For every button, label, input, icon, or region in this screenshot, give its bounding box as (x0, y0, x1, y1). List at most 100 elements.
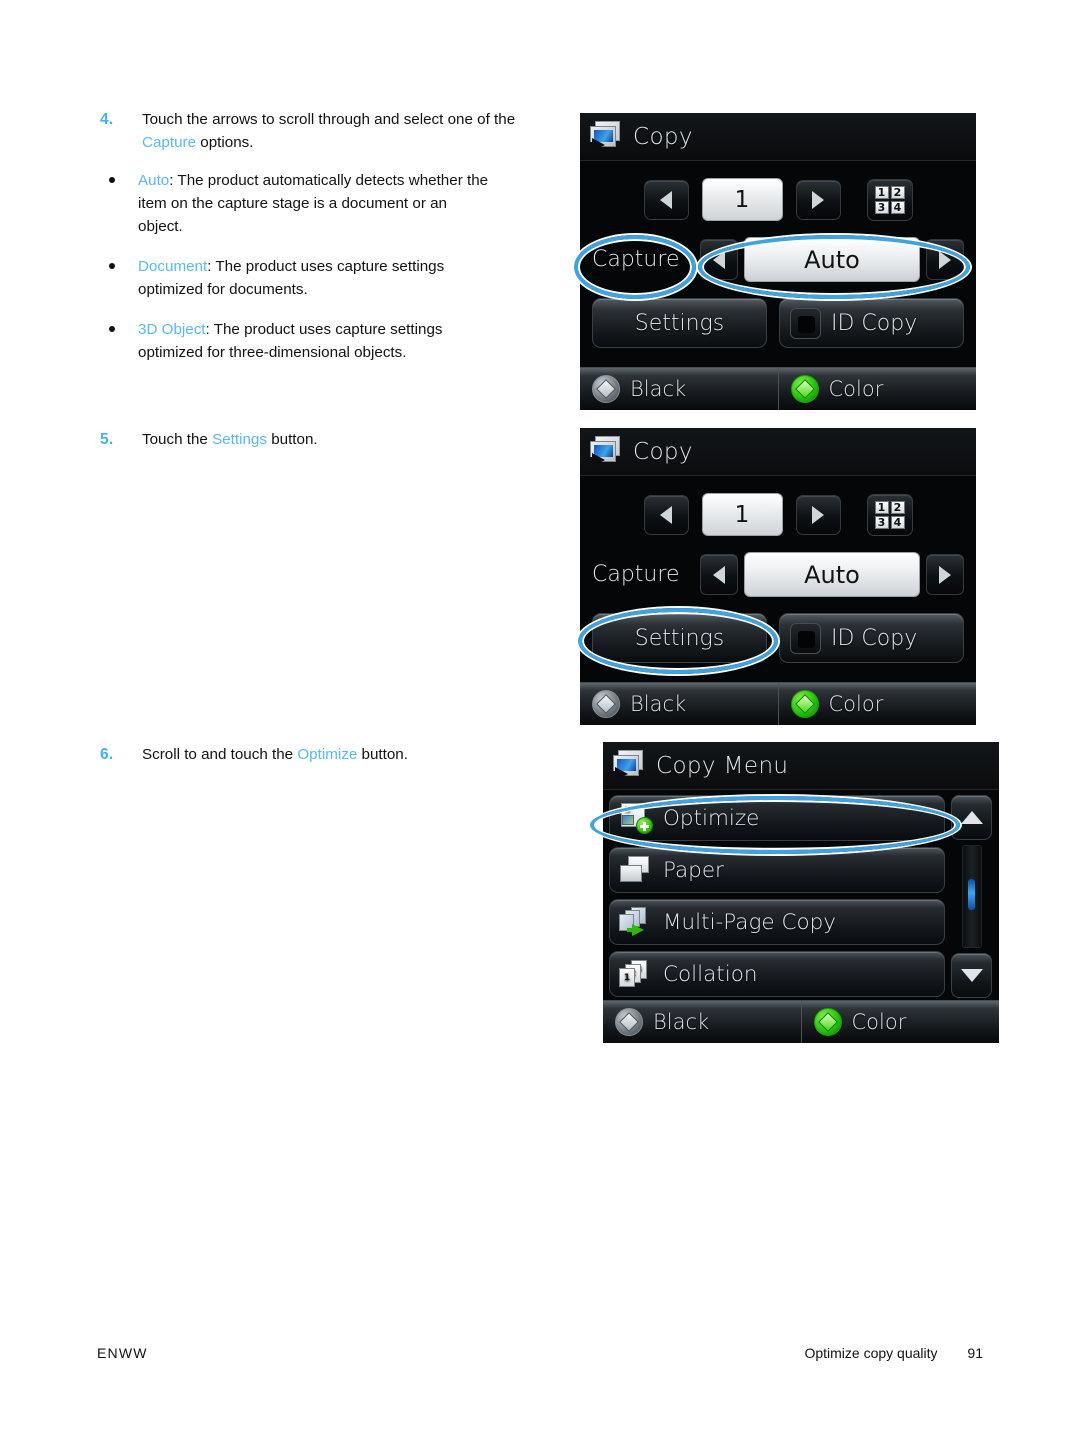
copies-value[interactable]: 1 (701, 493, 783, 536)
chevron-right-icon (812, 505, 824, 524)
color-start-button[interactable]: Color (777, 683, 977, 725)
step-4: 4. Touch the arrows to scroll through an… (100, 108, 520, 154)
start-color-icon (790, 690, 819, 718)
step-6: 6. Scroll to and touch the Optimize butt… (100, 743, 540, 766)
step-4-text: Touch the arrows to scroll through and s… (142, 108, 520, 154)
panel-1-title: Copy (633, 123, 693, 150)
paper-icon (619, 855, 652, 885)
copies-decrement-button[interactable] (643, 179, 689, 220)
copy-menu-panel-3: Copy Menu Optimize Paper Multi-P (603, 742, 999, 1043)
color-start-button[interactable]: Color (777, 368, 977, 410)
grid-cell: 4 (890, 200, 905, 214)
copy-screen-panel-2: Copy 1 1 2 3 4 Capture Auto Settings ID … (580, 428, 976, 725)
grid-cell: 4 (890, 515, 905, 529)
copies-value[interactable]: 1 (701, 178, 783, 221)
menu-item-optimize[interactable]: Optimize (609, 795, 945, 841)
chevron-left-icon (660, 190, 672, 209)
bullet-text: Auto: The product automatically detects … (138, 169, 490, 238)
id-copy-label: ID Copy (831, 625, 918, 651)
chevron-left-icon (713, 565, 725, 584)
step-5: 5. Touch the Settings button. (100, 428, 520, 451)
black-start-button[interactable]: Black (580, 683, 778, 725)
settings-button[interactable]: Settings (592, 613, 767, 663)
step-5-text-after: button. (266, 431, 318, 448)
menu-item-collation[interactable]: 3 2 1 Collation (609, 951, 945, 997)
start-icon (592, 375, 620, 403)
bullet-ui-term: Auto (138, 172, 170, 189)
capture-row: Capture Auto (580, 221, 976, 282)
grid-cell: 2 (890, 185, 905, 199)
black-start-button[interactable]: Black (580, 368, 778, 410)
bullet-point-icon (100, 169, 138, 192)
menu-item-multi-page-copy[interactable]: Multi-Page Copy (609, 899, 945, 945)
copies-row: 1 1 2 3 4 (580, 161, 976, 221)
color-label: Color (851, 1010, 907, 1034)
copies-increment-button[interactable] (795, 179, 841, 220)
optimize-icon (619, 802, 653, 834)
scrollbar-track[interactable] (961, 845, 982, 948)
copy-icon (590, 121, 623, 152)
bullet-ui-term: 3D Object (138, 321, 206, 338)
grid-cell: 1 (874, 500, 889, 514)
panel-3-title: Copy Menu (656, 752, 789, 779)
copies-decrement-button[interactable] (643, 494, 689, 535)
black-start-button[interactable]: Black (603, 1001, 801, 1043)
capture-value[interactable]: Auto (744, 237, 920, 282)
color-label: Color (828, 692, 884, 716)
menu-item-paper[interactable]: Paper (609, 847, 945, 893)
step-4-text-before: Touch the arrows to scroll through and s… (142, 111, 516, 128)
capture-label: Capture (592, 247, 680, 272)
panel-2-body: 1 1 2 3 4 Capture Auto Settings ID Copy (580, 476, 976, 663)
grid-cell: 2 (890, 500, 905, 514)
grid-cell: 1 (874, 185, 889, 199)
black-label: Black (630, 377, 687, 401)
capture-value[interactable]: Auto (744, 552, 920, 597)
menu-scrollbar[interactable] (950, 795, 993, 998)
color-start-button[interactable]: Color (800, 1001, 1000, 1043)
capture-previous-button[interactable] (700, 554, 738, 595)
panel-1-title-bar: Copy (580, 113, 976, 161)
list-item: Document: The product uses capture setti… (100, 255, 520, 301)
collation-grid-button[interactable]: 1 2 3 4 (866, 178, 913, 221)
grid-icon: 1 2 3 4 (874, 185, 905, 214)
scroll-down-button[interactable] (951, 953, 992, 998)
menu-item-label: Optimize (663, 805, 760, 831)
capture-next-button[interactable] (926, 239, 964, 280)
bullet-text: Document: The product uses capture setti… (138, 255, 490, 301)
capture-next-button[interactable] (926, 554, 964, 595)
copy-icon (613, 750, 646, 781)
step-6-ui-term: Optimize (297, 746, 358, 763)
step-4-bullet-list: Auto: The product automatically detects … (100, 169, 520, 364)
grid-cell: 3 (874, 200, 889, 214)
chevron-right-icon (939, 565, 951, 584)
capture-label: Capture (592, 562, 680, 587)
footer-locale: ENWW (97, 1345, 148, 1361)
step-6-text-after: button. (357, 746, 408, 763)
step-4-ui-term: Capture (142, 134, 197, 151)
chevron-right-icon (939, 250, 951, 269)
step-4-block: 4. Touch the arrows to scroll through an… (100, 108, 520, 381)
chevron-left-icon (660, 505, 672, 524)
copy-screen-panel-1: Copy 1 1 2 3 4 Capture Auto Settings ID … (580, 113, 976, 410)
id-copy-button[interactable]: ID Copy (779, 298, 964, 348)
copy-menu-list: Optimize Paper Multi-Page Copy 3 2 (609, 795, 945, 998)
chevron-right-icon (812, 190, 824, 209)
settings-button[interactable]: Settings (592, 298, 767, 348)
chevron-left-icon (713, 250, 725, 269)
collation-grid-button[interactable]: 1 2 3 4 (866, 493, 913, 536)
scrollbar-thumb[interactable] (967, 879, 975, 910)
copies-increment-button[interactable] (795, 494, 841, 535)
list-item: Auto: The product automatically detects … (100, 169, 520, 238)
panel-3-bottom-bar: Black Color (603, 1000, 999, 1043)
scroll-up-button[interactable] (951, 795, 992, 840)
copy-menu-area: Optimize Paper Multi-Page Copy 3 2 (603, 790, 999, 998)
panel-1-bottom-bar: Black Color (580, 367, 976, 410)
collation-icon: 3 2 1 (619, 959, 652, 989)
id-copy-button[interactable]: ID Copy (779, 613, 964, 663)
panel-2-bottom-bar: Black Color (580, 682, 976, 725)
black-label: Black (653, 1010, 710, 1034)
capture-previous-button[interactable] (700, 239, 738, 280)
black-label: Black (630, 692, 687, 716)
panel-3-title-bar: Copy Menu (603, 742, 999, 790)
panel-2-title: Copy (633, 438, 693, 465)
